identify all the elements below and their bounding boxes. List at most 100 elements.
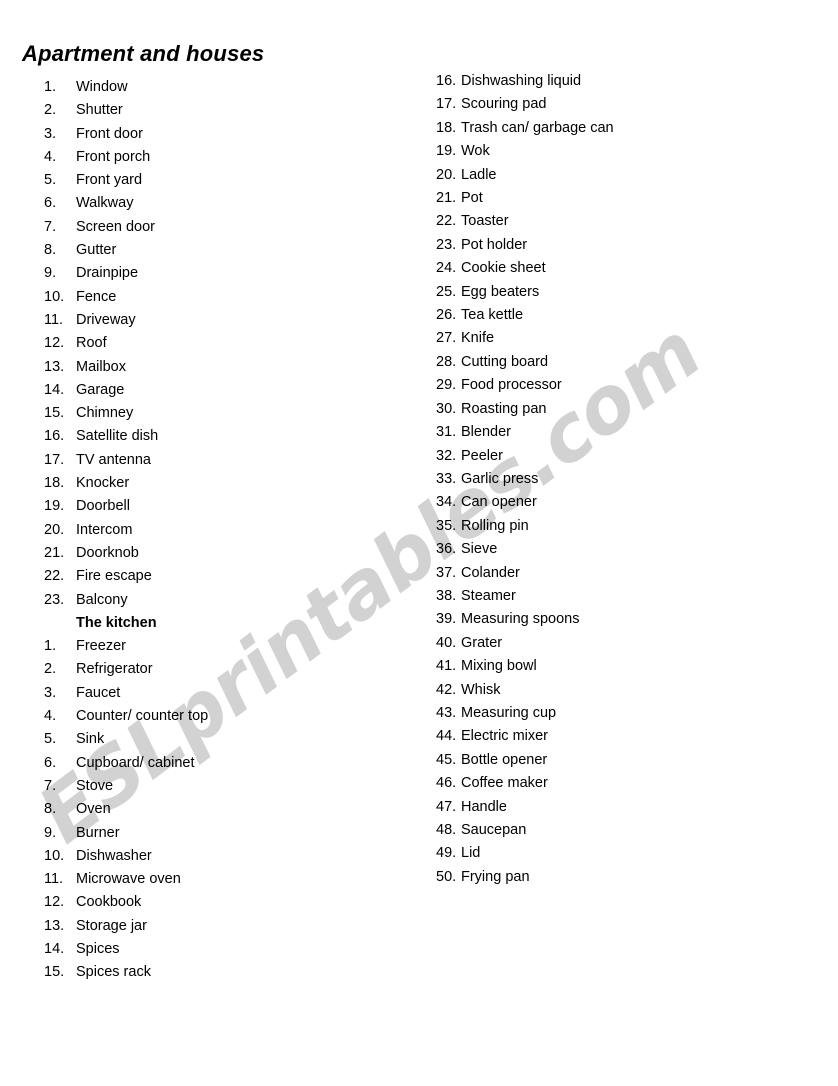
list-item-label: Steamer bbox=[461, 587, 516, 604]
list-item: 22. Fire escape bbox=[44, 565, 404, 588]
list-item-number: 13. bbox=[44, 917, 65, 934]
list-item-number: 5. bbox=[44, 172, 57, 189]
list-item-label: Colander bbox=[461, 564, 520, 581]
list-item: 31. Blender bbox=[436, 421, 816, 444]
list-item-label: Storage jar bbox=[76, 917, 147, 934]
list-item-label: Burner bbox=[76, 824, 120, 841]
right-column: 16. Dishwashing liquid 17. Scouring pad 18. T… bbox=[436, 70, 816, 889]
list-item-label: Cutting board bbox=[461, 353, 549, 370]
list-item-number: 27. bbox=[436, 330, 457, 347]
list-item-number: 46. bbox=[436, 775, 457, 792]
list-item-label: Measuring cup bbox=[461, 704, 557, 721]
list-item-label: Balcony bbox=[76, 591, 128, 608]
list-item-number: 13. bbox=[44, 358, 65, 375]
list-item-label: Fence bbox=[76, 288, 117, 305]
list-item: 26. Tea kettle bbox=[436, 304, 816, 327]
list-item-label: Cookie sheet bbox=[461, 260, 546, 277]
list-item-label: Whisk bbox=[461, 681, 501, 698]
list-item-number: 44. bbox=[436, 728, 457, 745]
list-item-label: Walkway bbox=[76, 195, 134, 212]
list-item-label: Microwave oven bbox=[76, 871, 181, 888]
list-item-label: Faucet bbox=[76, 684, 121, 701]
list-item: 29. Food processor bbox=[436, 374, 816, 397]
list-item-number: 2. bbox=[44, 661, 57, 678]
list-item: 45. Bottle opener bbox=[436, 749, 816, 772]
list-item: 2. Refrigerator bbox=[44, 658, 404, 681]
list-item-number: 12. bbox=[44, 335, 65, 352]
list-item: 44. Electric mixer bbox=[436, 725, 816, 748]
list-item-number: 31. bbox=[436, 424, 457, 441]
list-item-label: Frying pan bbox=[461, 868, 530, 885]
list-item-number: 29. bbox=[436, 377, 457, 394]
list-item-number: 49. bbox=[436, 845, 457, 862]
list-item-label: Drainpipe bbox=[76, 265, 139, 282]
list-item-number: 6. bbox=[44, 754, 57, 771]
list-item-label: Counter/ counter top bbox=[76, 708, 209, 725]
list-item-number: 40. bbox=[436, 634, 457, 651]
list-item-number: 9. bbox=[44, 265, 57, 282]
list-item-number: 4. bbox=[44, 148, 57, 165]
list-item-number: 39. bbox=[436, 611, 457, 628]
list-item-label: Dishwashing liquid bbox=[461, 73, 582, 89]
list-item: 8. Oven bbox=[44, 798, 404, 821]
list-item: 10. Fence bbox=[44, 286, 404, 309]
list-item-number: 16. bbox=[436, 73, 457, 89]
list-item: 48. Saucepan bbox=[436, 819, 816, 842]
list-item: 3. Faucet bbox=[44, 682, 404, 705]
list-item-label: Cupboard/ cabinet bbox=[76, 754, 195, 771]
list-item: 7. Screen door bbox=[44, 216, 404, 239]
list-item: 12. Roof bbox=[44, 332, 404, 355]
list-item-number: 18. bbox=[436, 119, 457, 136]
list-item-label: Sink bbox=[76, 731, 105, 748]
worksheet-page: ESLprintables.com Apartment and houses 1… bbox=[0, 0, 838, 1086]
list-item: 2. Shutter bbox=[44, 99, 404, 122]
list-item-number: 48. bbox=[436, 822, 457, 838]
list-item-number: 7. bbox=[44, 777, 57, 794]
list-item-number: 10. bbox=[44, 288, 65, 305]
list-item: 6. Cupboard/ cabinet bbox=[44, 752, 404, 775]
list-item-label: Dishwasher bbox=[76, 847, 152, 864]
list-item-label: Spices bbox=[76, 940, 120, 957]
section-heading-the-kitchen: The kitchen bbox=[76, 614, 157, 631]
list-item-number: 10. bbox=[44, 847, 65, 864]
list-item: 30. Roasting pan bbox=[436, 398, 816, 421]
list-item-number: 7. bbox=[44, 218, 57, 235]
list-item-number: 14. bbox=[44, 940, 65, 957]
list-item: 16. Satellite dish bbox=[44, 425, 404, 448]
list-item-label: Food processor bbox=[461, 377, 562, 394]
list-item-number: 23. bbox=[44, 591, 65, 608]
list-item: 13. Mailbox bbox=[44, 356, 404, 379]
list-item-label: Stove bbox=[76, 777, 114, 794]
list-item-number: 5. bbox=[44, 731, 57, 748]
list-item-label: Can opener bbox=[461, 494, 537, 511]
list-item-number: 23. bbox=[436, 236, 457, 253]
list-item-number: 28. bbox=[436, 353, 457, 370]
list-item-number: 8. bbox=[44, 242, 57, 259]
list-item: 7. Stove bbox=[44, 775, 404, 798]
list-item-label: Coffee maker bbox=[461, 775, 548, 792]
list-item-label: Roof bbox=[76, 335, 107, 352]
list-item-label: Shutter bbox=[76, 102, 123, 119]
list-item-number: 41. bbox=[436, 658, 457, 675]
list-item-number: 45. bbox=[436, 751, 457, 768]
list-item: 37. Colander bbox=[436, 562, 816, 585]
list-item: 15. Spices rack bbox=[44, 961, 404, 984]
list-item: 15. Chimney bbox=[44, 402, 404, 425]
list-item-label: Scouring pad bbox=[461, 96, 547, 113]
list-item-number: 19. bbox=[44, 498, 65, 515]
list-item-label: Grater bbox=[461, 634, 503, 651]
list-item-label: Measuring spoons bbox=[461, 611, 580, 628]
list-item: 9. Drainpipe bbox=[44, 262, 404, 285]
page-title: Apartment and houses bbox=[22, 40, 265, 66]
list-item-number: 15. bbox=[44, 405, 65, 422]
list-item: 34. Can opener bbox=[436, 491, 816, 514]
list-item: 5. Front yard bbox=[44, 169, 404, 192]
list-item-label: Oven bbox=[76, 801, 111, 818]
list-item: 28. Cutting board bbox=[436, 351, 816, 374]
list-item-number: 1. bbox=[44, 638, 57, 655]
list-item: 18. Trash can/ garbage can bbox=[436, 117, 816, 140]
list-item-label: Blender bbox=[461, 424, 511, 441]
list-item: 42. Whisk bbox=[436, 679, 816, 702]
list-item: 18. Knocker bbox=[44, 472, 404, 495]
list-item-number: 18. bbox=[44, 475, 65, 492]
